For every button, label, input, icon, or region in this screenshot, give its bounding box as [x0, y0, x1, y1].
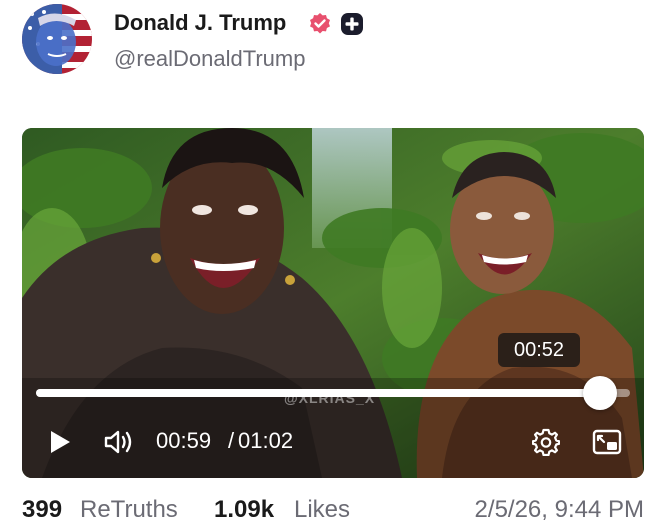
- play-icon[interactable]: [48, 430, 72, 454]
- video-frame: [22, 128, 644, 478]
- post-stats: 399 ReTruths 1.09k Likes 2/5/26, 9:44 PM: [22, 496, 646, 526]
- progress-fill: [36, 389, 601, 397]
- settings-icon[interactable]: [531, 428, 561, 457]
- picture-in-picture-icon[interactable]: [592, 429, 622, 455]
- volume-icon[interactable]: [104, 428, 134, 456]
- likes-label[interactable]: Likes: [294, 496, 350, 524]
- scrub-time-tooltip: 00:52: [498, 333, 580, 367]
- current-time: 00:59: [156, 428, 212, 453]
- progress-bar[interactable]: [36, 376, 630, 410]
- retruths-count[interactable]: 399: [22, 496, 62, 524]
- retruths-label[interactable]: ReTruths: [80, 496, 178, 524]
- avatar-image: [22, 4, 92, 74]
- total-time: 01:02: [238, 428, 294, 453]
- post-header: Donald J. Trump @realDonaldTrump: [22, 4, 632, 74]
- likes-count[interactable]: 1.09k: [214, 496, 274, 524]
- plus-badge-icon: [340, 12, 364, 36]
- post-timestamp[interactable]: 2/5/26, 9:44 PM: [475, 496, 644, 524]
- verified-badge-icon: [308, 12, 332, 36]
- author-name[interactable]: Donald J. Trump: [114, 10, 286, 36]
- avatar[interactable]: [22, 4, 92, 74]
- time-separator: /: [228, 428, 235, 453]
- author-handle[interactable]: @realDonaldTrump: [114, 46, 305, 72]
- video-player[interactable]: @XLRIAS_X 00:52 00:59 / 01:02: [22, 128, 644, 478]
